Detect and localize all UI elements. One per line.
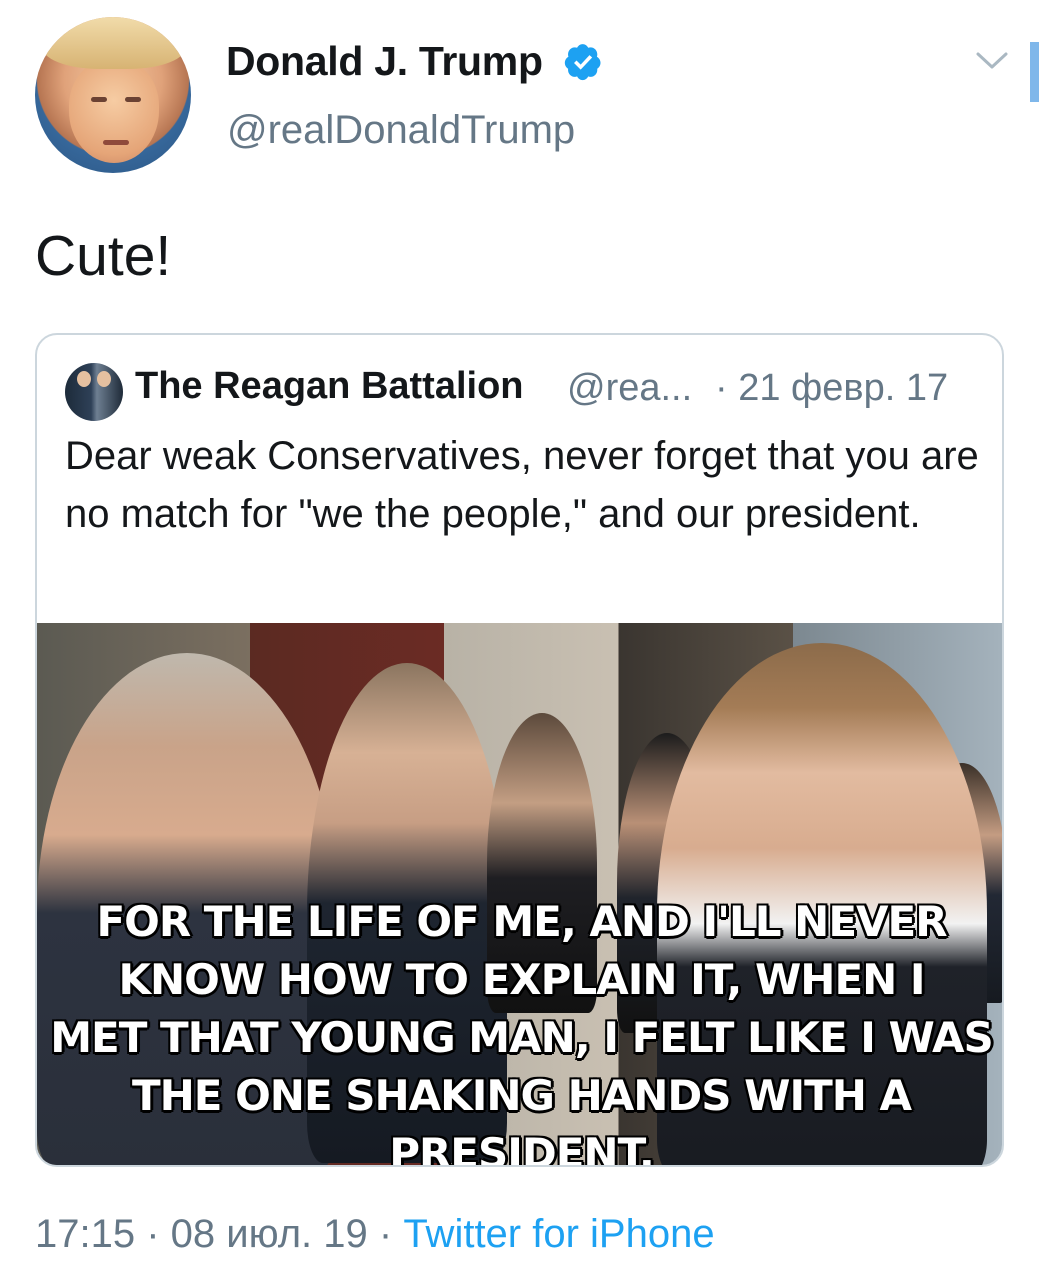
quoted-author-handle[interactable]: @rea... (567, 367, 692, 410)
author-name[interactable]: Donald J. Trump (226, 38, 543, 85)
avatar-eye (125, 97, 141, 102)
meme-caption: FOR THE LIFE OF ME, AND I'LL NEVER KNOW … (37, 893, 1002, 1167)
author-handle[interactable]: @realDonaldTrump (227, 108, 575, 153)
avatar-mouth (103, 140, 129, 145)
quoted-tweet-text: Dear weak Conservatives, never forget th… (65, 434, 979, 536)
avatar-hair (41, 17, 187, 69)
quoted-author-avatar[interactable] (65, 363, 123, 421)
avatar-face (69, 59, 159, 163)
tweet-source-link[interactable]: Twitter for iPhone (403, 1212, 714, 1256)
meme-caption-line: KNOW HOW TO EXPLAIN IT, WHEN I (118, 955, 925, 1004)
author-avatar[interactable] (35, 17, 191, 173)
meme-caption-line: THE ONE SHAKING HANDS WITH A PRESIDENT. (131, 1071, 912, 1167)
verified-badge-icon (564, 44, 601, 81)
tweet-text: Cute! (35, 224, 172, 288)
quoted-tweet-card[interactable]: The Reagan Battalion @rea... · 21 февр. … (35, 333, 1004, 1167)
meme-caption-line: FOR THE LIFE OF ME, AND I'LL NEVER (96, 897, 947, 946)
avatar-eye (91, 97, 107, 102)
tweet-timestamp[interactable]: 17:15 · 08 июл. 19 · (35, 1212, 403, 1256)
meme-caption-line: MET THAT YOUNG MAN, I FELT LIKE I WAS (50, 1013, 993, 1062)
chevron-down-icon[interactable] (975, 50, 1009, 72)
quoted-tweet-image[interactable]: FOR THE LIFE OF ME, AND I'LL NEVER KNOW … (37, 623, 1002, 1167)
quoted-author-name[interactable]: The Reagan Battalion (135, 365, 524, 408)
scrollbar[interactable] (1030, 42, 1039, 102)
tweet-footer: 17:15 · 08 июл. 19 · Twitter for iPhone (35, 1212, 715, 1257)
quoted-tweet-date[interactable]: · 21 февр. 17 (715, 367, 948, 410)
